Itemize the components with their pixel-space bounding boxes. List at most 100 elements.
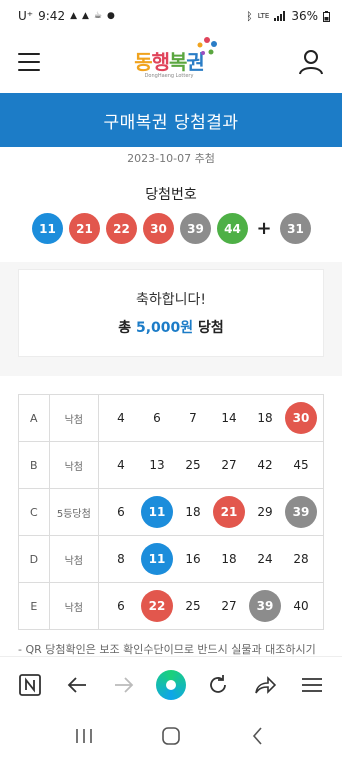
matched-number: 30	[285, 402, 317, 434]
game-label: B	[18, 441, 50, 489]
winning-number-ball: 21	[69, 213, 100, 244]
table-row: E 낙첨 6 22 25 27 39 40	[18, 582, 324, 630]
game-numbers: 6 22 25 27 39 40	[98, 582, 324, 630]
prize-amount: 5,000원	[135, 320, 194, 336]
game-numbers: 8 11 16 18 24 28	[98, 535, 324, 583]
notice-text: - QR 당첨확인은 보조 확인수단이므로 반드시 실물과 대조하시기	[18, 643, 316, 656]
game-label: C	[18, 488, 50, 536]
back-arrow-icon[interactable]	[61, 669, 93, 701]
home-icon[interactable]	[155, 669, 187, 701]
draw-date: 2023-10-07 추첨	[127, 152, 215, 165]
bonus-number-ball: 31	[280, 213, 311, 244]
logo-subtitle: DongHaeng Lottery	[144, 72, 194, 79]
matched-number: 22	[141, 590, 173, 622]
picked-number: 4	[117, 411, 125, 425]
signal-icon	[274, 11, 286, 21]
picked-number: 14	[221, 411, 237, 425]
results-table: A 낙첨 4 6 7 14 18 30 B 낙첨 4 13 25 27 42 45 C 5등당첨 6 11 18 21 29…	[18, 394, 324, 630]
matched-number: 11	[141, 496, 173, 528]
picked-number: 29	[257, 505, 273, 519]
user-icon[interactable]	[298, 49, 324, 75]
time: 9:42	[38, 9, 66, 23]
game-label: E	[18, 582, 50, 630]
table-row: C 5등당첨 6 11 18 21 29 39	[18, 488, 324, 536]
battery-label: 36%	[291, 9, 318, 23]
picked-number: 28	[293, 552, 309, 566]
app-header: 동행복권 DongHaeng Lottery	[0, 32, 342, 92]
picked-number: 18	[185, 505, 201, 519]
game-label: D	[18, 535, 50, 583]
menu-icon[interactable]	[296, 669, 328, 701]
browser-toolbar	[0, 656, 342, 712]
cup-icon: ☕	[93, 11, 102, 21]
table-row: B 낙첨 4 13 25 27 42 45	[18, 441, 324, 489]
picked-number: 27	[221, 458, 237, 472]
picked-number: 6	[117, 599, 125, 613]
winning-number-ball: 44	[217, 213, 248, 244]
dot-icon: ●	[107, 11, 115, 21]
picked-number: 4	[117, 458, 125, 472]
matched-number: 21	[213, 496, 245, 528]
matched-number: 39	[249, 590, 281, 622]
logo-burst-icon	[197, 36, 217, 55]
status-bar: U⁺ 9:42 ▲ ▲ ☕ ● ᛒ LTE 36%	[0, 0, 342, 32]
picked-number: 45	[293, 458, 309, 472]
game-numbers: 4 6 7 14 18 30	[98, 394, 324, 442]
menu-line	[18, 69, 40, 71]
game-result: 낙첨	[48, 582, 100, 630]
picked-number: 7	[189, 411, 197, 425]
game-result: 낙첨	[48, 535, 100, 583]
plus-sign: +	[256, 218, 272, 239]
home-icon[interactable]	[161, 726, 181, 746]
picked-number: 6	[153, 411, 161, 425]
picked-number: 6	[117, 505, 125, 519]
game-result: 낙첨	[48, 394, 100, 442]
system-nav-bar	[0, 712, 342, 760]
logo-text: 동행복권	[134, 49, 205, 74]
winning-number-ball: 11	[32, 213, 63, 244]
naver-icon[interactable]	[14, 669, 46, 701]
game-result: 5등당첨	[48, 488, 100, 536]
menu-button[interactable]	[18, 53, 40, 71]
share-icon[interactable]	[249, 669, 281, 701]
matched-number: 11	[141, 543, 173, 575]
logo[interactable]: 동행복권 DongHaeng Lottery	[134, 36, 217, 79]
carrier-label: U⁺	[18, 9, 34, 23]
winning-numbers: 11 21 22 30 39 44 +31	[32, 213, 317, 244]
congrats-card: 축하합니다! 총 5,000원 당첨	[18, 269, 324, 357]
picked-number: 18	[221, 552, 237, 566]
page-title-banner: 구매복권 당첨결과	[0, 93, 342, 147]
picked-number: 25	[185, 599, 201, 613]
winning-numbers-title: 당첨번호	[145, 187, 197, 203]
picked-number: 8	[117, 552, 125, 566]
table-row: A 낙첨 4 6 7 14 18 30	[18, 394, 324, 442]
picked-number: 27	[221, 599, 237, 613]
picked-number: 13	[149, 458, 165, 472]
picked-number: 18	[257, 411, 273, 425]
winning-number-ball: 39	[180, 213, 211, 244]
game-numbers: 4 13 25 27 42 45	[98, 441, 324, 489]
matched-number: 39	[285, 496, 317, 528]
picked-number: 16	[185, 552, 201, 566]
winning-number-ball: 22	[106, 213, 137, 244]
game-numbers: 6 11 18 21 29 39	[98, 488, 324, 536]
bluetooth-icon: ᛒ	[246, 9, 253, 23]
picked-number: 42	[257, 458, 273, 472]
menu-line	[18, 53, 40, 55]
back-icon[interactable]	[248, 726, 268, 746]
alert-icon: ▲	[82, 11, 89, 21]
page-title: 구매복권 당첨결과	[103, 112, 239, 133]
forward-arrow-icon[interactable]	[108, 669, 140, 701]
refresh-icon[interactable]	[202, 669, 234, 701]
picked-number: 24	[257, 552, 273, 566]
congrats-message: 축하합니다!	[135, 292, 206, 308]
game-label: A	[18, 394, 50, 442]
game-result: 낙첨	[48, 441, 100, 489]
picked-number: 25	[185, 458, 201, 472]
recent-apps-icon[interactable]	[74, 727, 94, 745]
prize-summary: 총 5,000원 당첨	[118, 320, 224, 336]
winning-number-ball: 30	[143, 213, 174, 244]
network-label: LTE	[257, 12, 270, 20]
menu-line	[18, 61, 40, 63]
picked-number: 40	[293, 599, 309, 613]
